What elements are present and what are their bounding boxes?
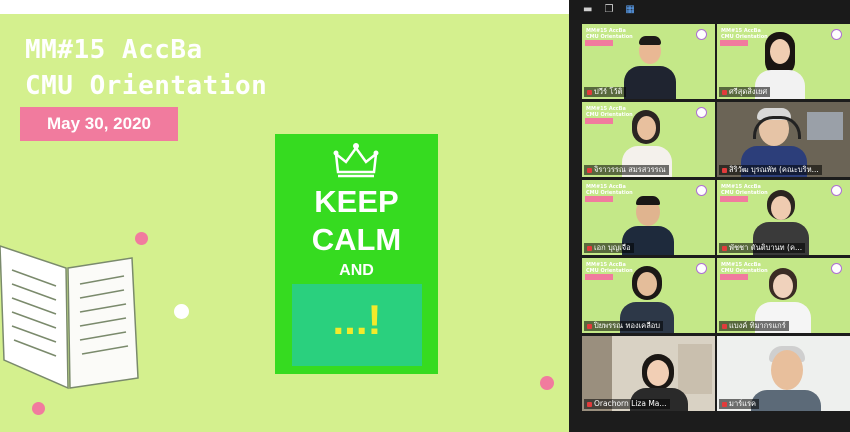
muted-mic-icon — [587, 167, 592, 173]
muted-mic-icon — [722, 89, 727, 95]
mini-date-badge — [720, 196, 748, 202]
white-dot — [174, 304, 189, 319]
participant-name: จิราวรรณ สมรสวรรณ — [584, 165, 669, 175]
poster-line-keep: KEEP — [314, 184, 399, 219]
participant-name: ปวีร์ โว้ติ — [584, 87, 626, 97]
university-logo-icon — [696, 107, 707, 118]
mini-date-badge — [585, 196, 613, 202]
slide-title-line1: MM#15 AccBa — [25, 35, 203, 65]
mini-slide-title: MM#15 AccBa CMU Orientation — [586, 184, 633, 196]
participant-name: พัชชา ตันติบานท (ค... — [719, 243, 806, 253]
university-logo-icon — [696, 29, 707, 40]
muted-mic-icon — [587, 323, 592, 329]
poster-line-calm: CALM — [311, 222, 402, 257]
university-logo-icon — [696, 263, 707, 274]
participant-name: สิริวัฒ บุรณพัท (คณะบริห... — [719, 165, 822, 175]
slide-title-line2: CMU Orientation — [25, 71, 268, 101]
open-book-icon — [0, 245, 139, 390]
gallery-toolbar: ▬ ❐ ▦ — [569, 0, 850, 20]
participant-name: เอก บุญเจือ — [584, 243, 634, 253]
participant-name: ศรีสุดสิ่งเยศ — [719, 87, 771, 97]
muted-mic-icon — [587, 245, 592, 251]
participant-tile[interactable]: MM#15 AccBa CMU Orientation ศรีสุดสิ่งเยศ — [717, 24, 850, 99]
mini-slide-title: MM#15 AccBa CMU Orientation — [586, 28, 633, 40]
participant-name: แบงค์ ทิมากรแกร์ — [719, 321, 789, 331]
minimize-icon[interactable]: ▬ — [583, 4, 592, 16]
poster-line-and: AND — [339, 262, 374, 279]
poster-box: ...! — [292, 284, 422, 366]
participant-tile[interactable]: MM#15 AccBa CMU Orientation แบงค์ ทิมากรแ… — [717, 258, 850, 333]
mini-date-badge — [720, 40, 748, 46]
poster-box-text: ...! — [332, 296, 382, 343]
participants-gallery-panel: ▬ ❐ ▦ MM#15 AccBa CMU Orientation ปวีร์ โ… — [569, 0, 850, 432]
participant-tile[interactable]: Orachorn Liza Ma... — [582, 336, 715, 411]
muted-mic-icon — [587, 401, 592, 407]
muted-mic-icon — [722, 323, 727, 329]
date-badge: May 30, 2020 — [20, 107, 178, 141]
university-logo-icon — [696, 185, 707, 196]
muted-mic-icon — [587, 89, 592, 95]
participant-tile[interactable]: มาร์แรค — [717, 336, 850, 411]
muted-mic-icon — [722, 401, 727, 407]
mini-date-badge — [585, 274, 613, 280]
participant-tile[interactable]: MM#15 AccBa CMU Orientation เอก บุญเจือ — [582, 180, 715, 255]
mini-date-badge — [585, 118, 613, 124]
mini-slide-title: MM#15 AccBa CMU Orientation — [721, 262, 768, 274]
mini-slide-title: MM#15 AccBa CMU Orientation — [586, 106, 633, 118]
participant-tile[interactable]: MM#15 AccBa CMU Orientation พัชชา ตันติบา… — [717, 180, 850, 255]
gallery-grid-icon[interactable]: ▦ — [625, 4, 634, 16]
pink-dot — [540, 376, 554, 390]
slide-title: MM#15 AccBa CMU Orientation — [25, 32, 267, 104]
participant-tile[interactable]: MM#15 AccBa CMU Orientation ปวีร์ โว้ติ — [582, 24, 715, 99]
mini-slide-title: MM#15 AccBa CMU Orientation — [586, 262, 633, 274]
university-logo-icon — [831, 185, 842, 196]
muted-mic-icon — [722, 245, 727, 251]
participant-tile[interactable]: MM#15 AccBa CMU Orientation ปิยพรรณ ทองเค… — [582, 258, 715, 333]
mini-date-badge — [585, 40, 613, 46]
pink-dot — [32, 402, 45, 415]
mini-slide-title: MM#15 AccBa CMU Orientation — [721, 184, 768, 196]
keep-calm-poster: KEEP CALM AND ...! — [275, 134, 438, 374]
muted-mic-icon — [722, 167, 727, 173]
mini-slide-title: MM#15 AccBa CMU Orientation — [721, 28, 768, 40]
participant-name: ปิยพรรณ ทองเคลือบ — [584, 321, 664, 331]
mini-date-badge — [720, 274, 748, 280]
participant-name: Orachorn Liza Ma... — [584, 399, 670, 409]
participant-name: มาร์แรค — [719, 399, 760, 409]
university-logo-icon — [831, 29, 842, 40]
university-logo-icon — [831, 263, 842, 274]
crown-icon — [333, 143, 379, 178]
participant-tile[interactable]: สิริวัฒ บุรณพัท (คณะบริห... — [717, 102, 850, 177]
participant-tile[interactable]: MM#15 AccBa CMU Orientation จิราวรรณ สมรส… — [582, 102, 715, 177]
restore-icon[interactable]: ❐ — [604, 4, 613, 16]
